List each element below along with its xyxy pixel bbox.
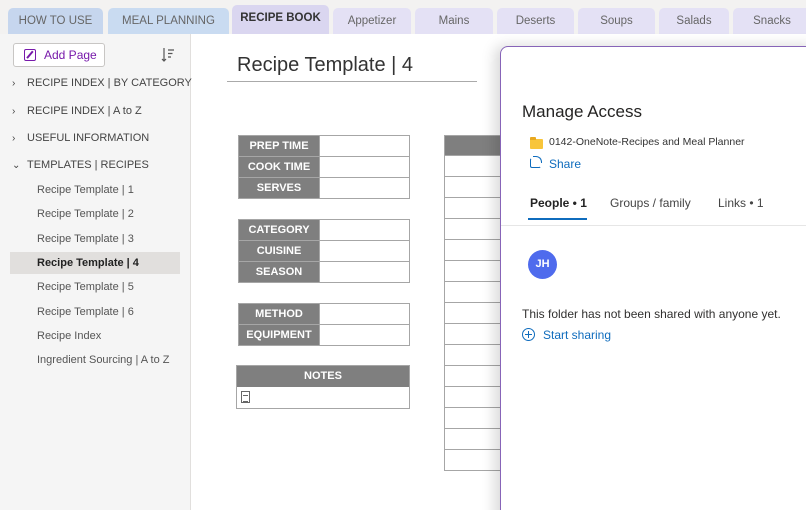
recipe-time-table: PREP TIME COOK TIME SERVES [238,135,410,199]
section-useful-information[interactable]: › USEFUL INFORMATION [12,132,149,144]
active-tab-indicator [528,218,587,220]
season-cell[interactable] [319,261,410,283]
page-item-active[interactable]: Recipe Template | 4 [10,252,180,274]
tab-meal-planning[interactable]: MEAL PLANNING [108,8,229,34]
table-row[interactable] [444,282,504,303]
notes-box[interactable]: NOTES [236,365,410,409]
table-row[interactable] [444,219,504,240]
add-circle-icon[interactable] [522,328,535,341]
page-item[interactable]: Recipe Template | 1 [10,179,180,201]
table-row[interactable] [444,240,504,261]
share-link[interactable]: Share [549,157,581,171]
section-label: TEMPLATES | RECIPES [27,159,149,171]
category-cell[interactable] [319,219,410,241]
method-cell[interactable] [319,303,410,325]
table-row[interactable] [444,429,504,450]
table-row[interactable] [444,303,504,324]
section-label: USEFUL INFORMATION [27,132,150,144]
section-templates-recipes[interactable]: ⌄ TEMPLATES | RECIPES [12,159,149,171]
add-page-button[interactable]: Add Page [13,43,105,67]
page-item[interactable]: Recipe Template | 2 [10,203,180,225]
method-label: METHOD [238,303,320,325]
tab-appetizer[interactable]: Appetizer [333,8,411,34]
tab-people[interactable]: People • 1 [530,196,587,210]
title-divider [227,81,477,82]
notes-header: NOTES [237,366,409,387]
page-title[interactable]: Recipe Template | 4 [237,54,413,77]
section-recipe-index-by-category[interactable]: › RECIPE INDEX | BY CATEGORY [12,77,192,89]
section-label: RECIPE INDEX | BY CATEGORY [27,77,192,89]
serves-label: SERVES [238,177,320,199]
tab-recipe-book[interactable]: RECIPE BOOK [232,5,329,34]
tab-salads[interactable]: Salads [659,8,729,34]
page-item[interactable]: Recipe Template | 3 [10,228,180,250]
tabs-divider [501,225,806,226]
tab-soups[interactable]: Soups [578,8,655,34]
ingredients-table [444,135,504,471]
add-page-label: Add Page [44,48,97,62]
section-recipe-index-a-to-z[interactable]: › RECIPE INDEX | A to Z [12,105,142,117]
season-label: SEASON [238,261,320,283]
table-row[interactable] [444,177,504,198]
tab-mains[interactable]: Mains [415,8,493,34]
ingredients-header [444,135,504,156]
serves-cell[interactable] [319,177,410,199]
cuisine-cell[interactable] [319,240,410,262]
section-tab-bar: HOW TO USE MEAL PLANNING RECIPE BOOK App… [0,0,806,34]
tab-groups-family[interactable]: Groups / family [610,196,691,210]
chevron-right-icon: › [12,78,16,89]
chevron-right-icon: › [12,133,16,144]
page-navigation-pane: Add Page › RECIPE INDEX | BY CATEGORY › RE… [0,34,192,510]
add-page-icon [24,49,36,61]
prep-time-label: PREP TIME [238,135,320,157]
cuisine-label: CUISINE [238,240,320,262]
empty-share-message: This folder has not been shared with any… [522,307,781,321]
table-row[interactable] [444,261,504,282]
tab-snacks[interactable]: Snacks [733,8,806,34]
folder-name: 0142-OneNote-Recipes and Meal Planner [549,136,745,148]
table-row[interactable] [444,387,504,408]
tab-how-to-use[interactable]: HOW TO USE [8,8,103,34]
recipe-category-table: CATEGORY CUISINE SEASON [238,219,410,283]
table-row[interactable] [444,198,504,219]
table-row[interactable] [444,345,504,366]
avatar[interactable]: JH [528,250,557,279]
table-row[interactable] [444,156,504,177]
page-item[interactable]: Recipe Template | 6 [10,301,180,323]
manage-access-title: Manage Access [522,102,643,121]
share-icon[interactable] [530,156,542,168]
table-row[interactable] [444,408,504,429]
category-label: CATEGORY [238,219,320,241]
tab-links[interactable]: Links • 1 [718,196,764,210]
manage-access-panel: Manage Access 0142-OneNote-Recipes and M… [500,46,806,510]
table-row[interactable] [444,366,504,387]
tab-deserts[interactable]: Deserts [497,8,574,34]
page-item[interactable]: Ingredient Sourcing | A to Z [10,349,180,371]
page-item[interactable]: Recipe Index [10,325,180,347]
chevron-down-icon: ⌄ [12,160,21,171]
cook-time-label: COOK TIME [238,156,320,178]
recipe-method-table: METHOD EQUIPMENT [238,303,410,346]
sort-pages-icon[interactable] [161,47,175,63]
folder-icon [530,137,543,149]
document-icon [241,391,250,403]
section-label: RECIPE INDEX | A to Z [27,105,142,117]
start-sharing-link[interactable]: Start sharing [543,328,611,342]
equipment-label: EQUIPMENT [238,324,320,346]
prep-time-cell[interactable] [319,135,410,157]
table-row[interactable] [444,450,504,471]
equipment-cell[interactable] [319,324,410,346]
page-item[interactable]: Recipe Template | 5 [10,276,180,298]
chevron-right-icon: › [12,106,16,117]
table-row[interactable] [444,324,504,345]
cook-time-cell[interactable] [319,156,410,178]
